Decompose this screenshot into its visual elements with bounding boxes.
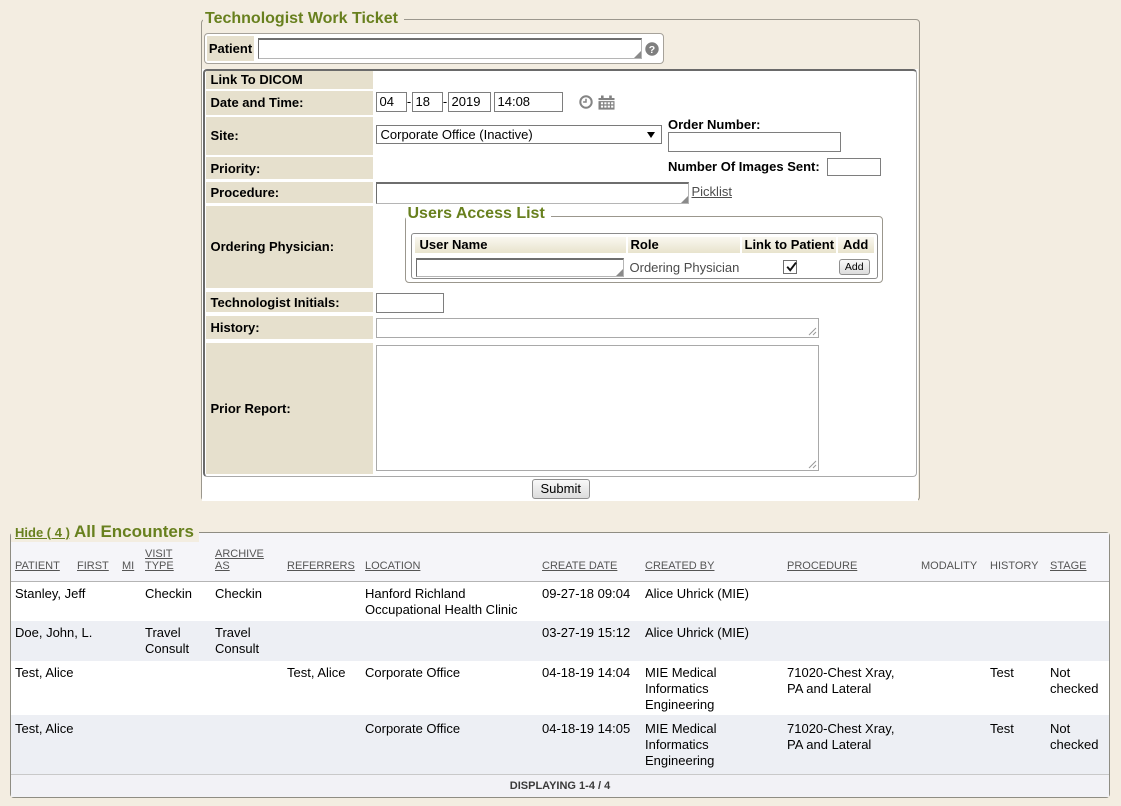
svg-text:?: ? (648, 44, 654, 56)
